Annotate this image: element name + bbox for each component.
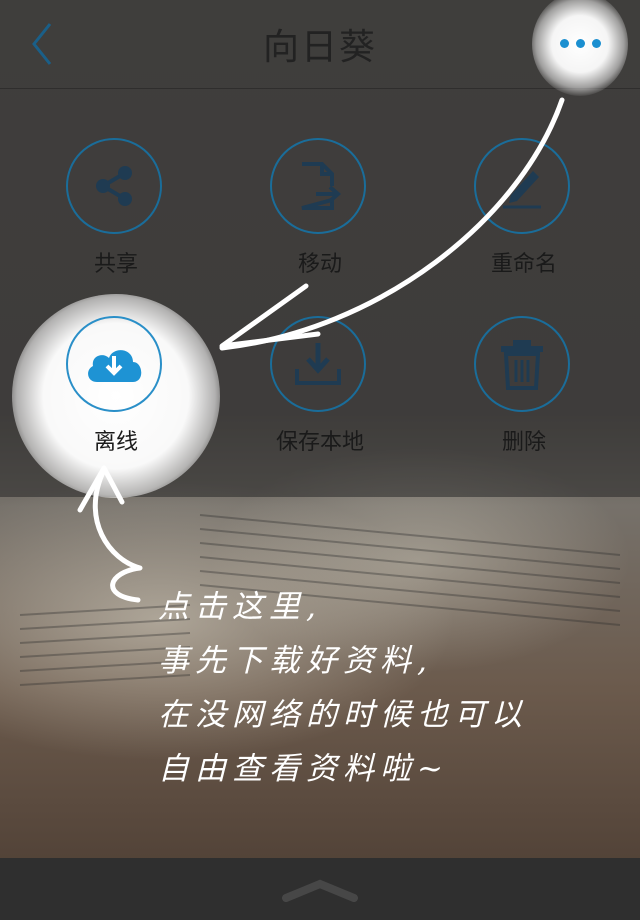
tip-line: 点击这里, [158,589,322,625]
tip-line: 自由查看资料啦~ [158,751,449,787]
tip-line: 在没网络的时候也可以 [158,697,528,733]
chevron-up-icon [282,879,358,902]
tip-handwritten-text: 点击这里, 事先下载好资料, 在没网络的时候也可以 自由查看资料啦~ [158,580,528,796]
pull-up-handle[interactable] [280,878,360,902]
tip-line: 事先下载好资料, [158,643,433,679]
